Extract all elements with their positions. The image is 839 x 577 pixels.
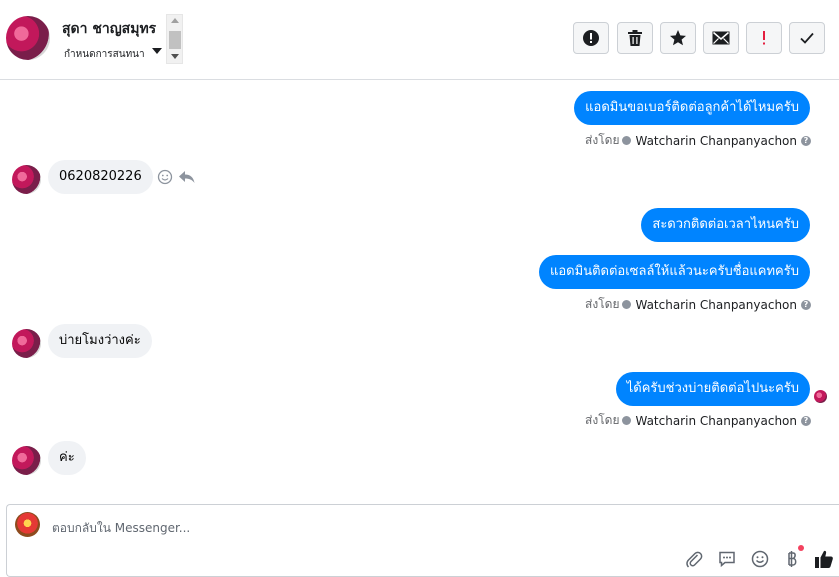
sender-name[interactable]: Watcharin Chanpanyachon: [635, 298, 797, 312]
mark-unread-button[interactable]: [703, 22, 739, 54]
header-scrollbar[interactable]: [166, 14, 183, 64]
verified-check-icon: [622, 136, 632, 145]
contact-avatar-small[interactable]: [12, 165, 41, 194]
react-emoji-icon[interactable]: [157, 169, 173, 189]
star-icon: [670, 30, 686, 46]
sender-name[interactable]: Watcharin Chanpanyachon: [635, 414, 797, 428]
done-button[interactable]: [789, 22, 825, 54]
contact-name[interactable]: สุดา ชาญสมุทร: [62, 18, 156, 40]
conversation-header: สุดา ชาญสมุทร กำหนดการสนทนา: [0, 0, 839, 80]
sent-by-label: ส่งโดย Watcharin Chanpanyachon ?: [585, 295, 811, 314]
sent-by-prefix: ส่งโดย: [585, 133, 620, 147]
saved-reply-icon[interactable]: [716, 548, 738, 570]
paperclip-icon[interactable]: [683, 548, 705, 570]
outgoing-message[interactable]: สะดวกติดต่อเวลาไหนครับ: [641, 208, 810, 242]
chevron-down-icon[interactable]: [152, 48, 162, 54]
info-icon[interactable]: ?: [801, 299, 811, 310]
verified-check-icon: [622, 416, 632, 425]
outgoing-message[interactable]: ได้ครับช่วงบ่ายติดต่อไปนะครับ: [615, 372, 810, 406]
envelope-icon: [712, 31, 730, 45]
reply-input[interactable]: ตอบกลับใน Messenger...: [52, 519, 190, 538]
outgoing-message[interactable]: แอดมินติดต่อเซลล์ให้แล้วนะครับชื่อแคทครั…: [539, 255, 810, 289]
report-spam-button[interactable]: [573, 22, 609, 54]
star-button[interactable]: [660, 22, 696, 54]
reply-arrow-icon[interactable]: [178, 169, 196, 189]
conversation-settings-label[interactable]: กำหนดการสนทนา: [64, 47, 145, 62]
incoming-message[interactable]: บ่ายโมงว่างค่ะ: [48, 324, 152, 358]
notification-dot: [798, 545, 804, 551]
exclamation-icon: [763, 31, 765, 45]
read-receipt-avatar: [814, 390, 827, 403]
scroll-up-arrow-icon[interactable]: [171, 18, 179, 23]
contact-avatar-small[interactable]: [12, 446, 41, 475]
scrollbar-thumb[interactable]: [169, 31, 181, 49]
sent-by-label: ส่งโดย Watcharin Chanpanyachon ?: [585, 131, 811, 150]
reply-composer[interactable]: ตอบกลับใน Messenger...: [6, 504, 839, 577]
delete-button[interactable]: [617, 22, 653, 54]
sent-by-prefix: ส่งโดย: [585, 413, 620, 427]
incoming-message[interactable]: 0620820226: [48, 160, 153, 194]
outgoing-message[interactable]: แอดมินขอเบอร์ติดต่อลูกค้าได้ไหมครับ: [574, 91, 810, 125]
sender-name[interactable]: Watcharin Chanpanyachon: [635, 134, 797, 148]
exclamation-circle-icon: [583, 30, 599, 46]
sent-by-prefix: ส่งโดย: [585, 297, 620, 311]
sent-by-label: ส่งโดย Watcharin Chanpanyachon ?: [585, 411, 811, 430]
message-thread[interactable]: แอดมินขอเบอร์ติดต่อลูกค้าได้ไหมครับ ส่งโ…: [0, 80, 839, 502]
baht-payment-icon[interactable]: [781, 548, 803, 570]
verified-check-icon: [622, 300, 632, 309]
important-button[interactable]: [746, 22, 782, 54]
info-icon[interactable]: ?: [801, 415, 811, 426]
incoming-message[interactable]: ค่ะ: [48, 441, 86, 475]
emoji-icon[interactable]: [749, 548, 771, 570]
page-avatar: [15, 512, 40, 537]
info-icon[interactable]: ?: [801, 135, 811, 146]
trash-icon: [628, 30, 642, 46]
check-icon: [800, 32, 814, 44]
scroll-down-arrow-icon[interactable]: [171, 54, 179, 59]
contact-avatar-small[interactable]: [12, 329, 41, 358]
thumbs-up-icon[interactable]: [813, 548, 835, 570]
contact-avatar[interactable]: [6, 16, 50, 60]
